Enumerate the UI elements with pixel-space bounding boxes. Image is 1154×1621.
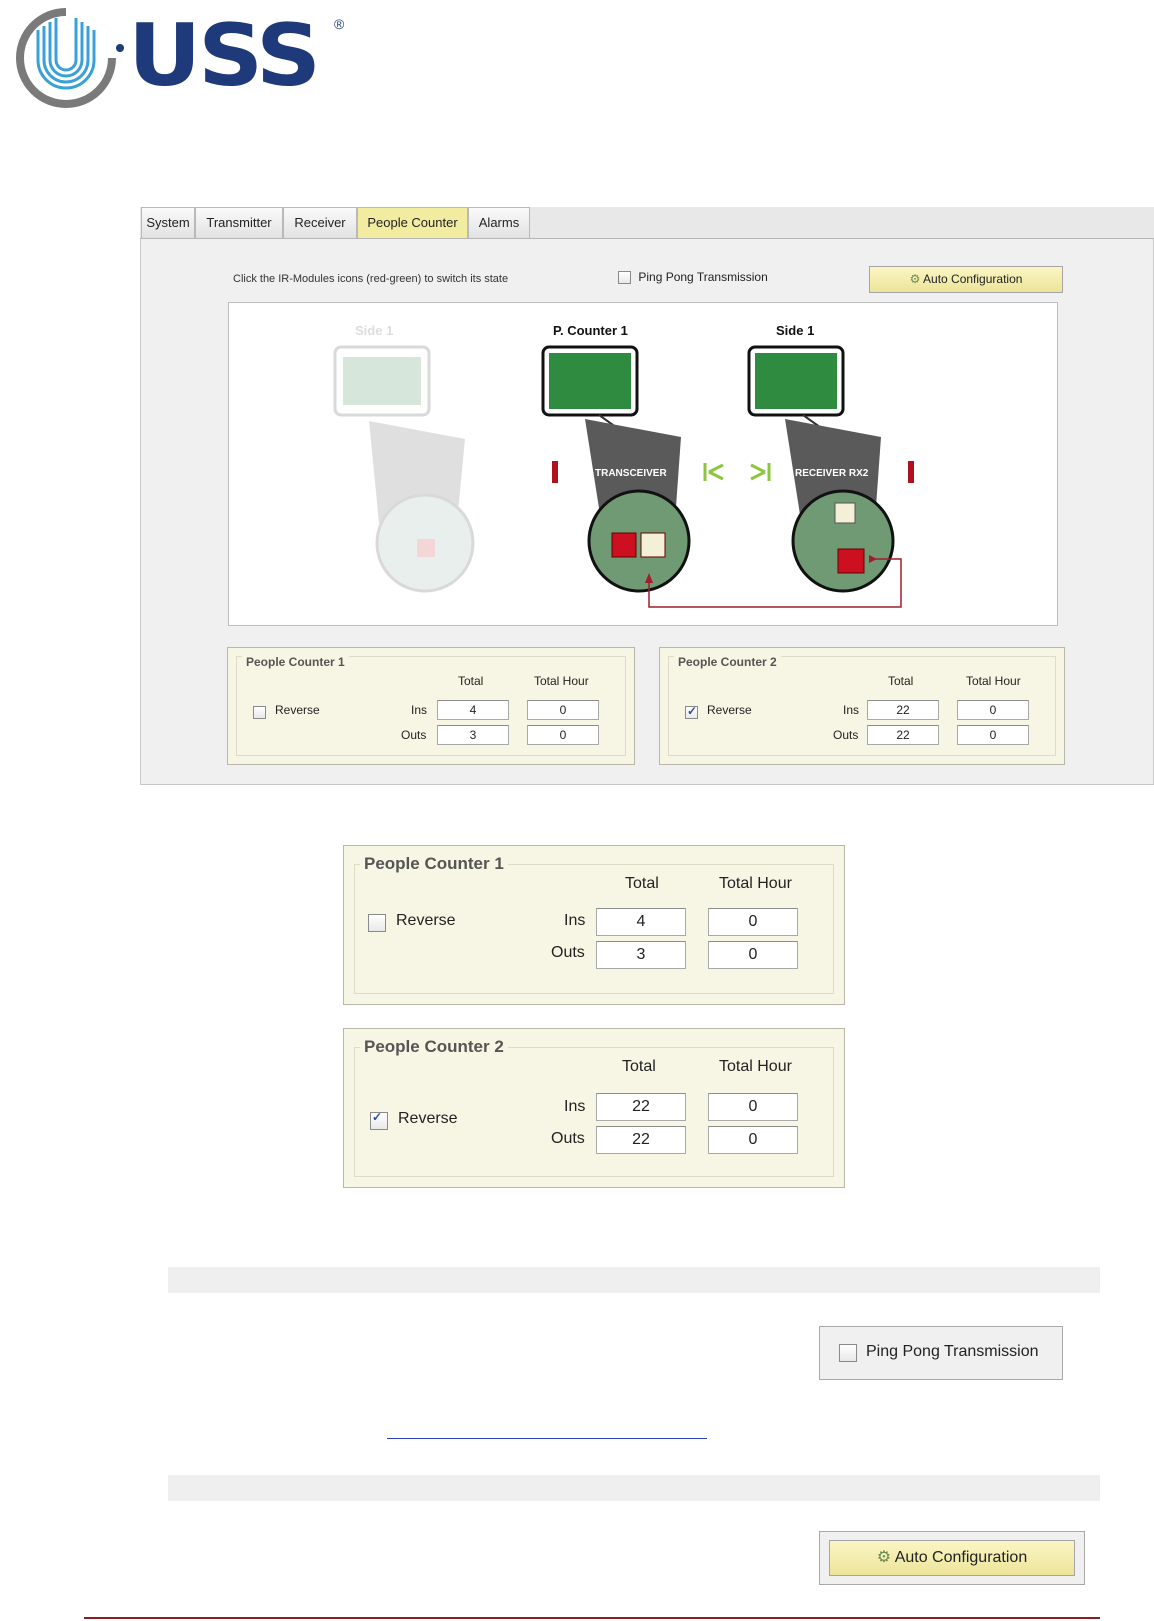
people-counter-1-enlarged: People Counter 1 Total Total Hour Revers… [343,845,845,1005]
outs-total-field[interactable]: 22 [867,725,939,745]
gear-icon: ⚙ [876,1549,892,1566]
col-total: Total [625,875,659,892]
outs-total-field[interactable]: 3 [437,725,509,745]
ping-pong-check[interactable] [618,271,631,285]
hint-text: Click the IR-Modules icons (red-green) t… [233,273,509,285]
ping-pong-checkbox[interactable]: Ping Pong Transmission [618,270,768,285]
tab-receiver[interactable]: Receiver [283,207,357,238]
ins-total-field[interactable]: 22 [596,1093,686,1121]
uss-logo-mark [16,8,124,108]
outs-hour-field[interactable]: 0 [708,1126,798,1154]
tab-alarms[interactable]: Alarms [468,207,530,238]
outs-label: Outs [833,728,859,742]
ping-pong-label: Ping Pong Transmission [638,270,768,284]
ins-total-field[interactable]: 4 [437,700,509,720]
ping-pong-label: Ping Pong Transmission [866,1343,1039,1360]
outs-label: Outs [551,1130,585,1147]
reverse-label: Reverse [398,1110,458,1127]
registered-mark: ® [334,16,345,32]
ir-beam-left-icon [703,463,724,481]
ins-hour-field[interactable]: 0 [708,908,798,936]
auto-configuration-label: Auto Configuration [894,1549,1028,1566]
ins-label: Ins [843,703,860,717]
tab-system[interactable]: System [141,207,195,238]
col-total: Total [458,674,484,688]
reverse-checkbox[interactable] [253,706,266,720]
col-total-hour: Total Hour [719,875,792,892]
col-total-hour: Total Hour [719,1058,792,1075]
people-counter-2-group: People Counter 2 Total Total Hour Revers… [659,647,1065,765]
col-total: Total [888,674,914,688]
ir-module-green[interactable] [640,532,666,558]
ir-module-red[interactable] [611,532,637,558]
group-title: People Counter 2 [674,655,781,669]
outs-total-field[interactable]: 22 [596,1126,686,1154]
transceiver-device-label: TRANSCEIVER [595,468,667,479]
auto-configuration-button[interactable]: ⚙ Auto Configuration [829,1540,1075,1576]
people-counter-2-enlarged: People Counter 2 Total Total Hour Revers… [343,1028,845,1188]
ins-hour-field[interactable]: 0 [708,1093,798,1121]
device-diagram: Side 1 P. Counter 1 Side 1 TRANSCEIVER R… [228,302,1058,626]
group-title: People Counter 2 [360,1037,508,1057]
people-counter-1-group: People Counter 1 Total Total Hour Revers… [227,647,635,765]
col-total-hour: Total Hour [966,674,1021,688]
reverse-checkbox[interactable] [685,704,698,720]
gear-icon: ⚙ [909,272,921,286]
auto-configuration-button[interactable]: ⚙ Auto Configuration [869,266,1063,293]
section-bar [168,1475,1100,1501]
outs-hour-field[interactable]: 0 [527,725,599,745]
reverse-label: Reverse [275,703,320,717]
ins-hour-field[interactable]: 0 [957,700,1029,720]
ins-total-field[interactable]: 22 [867,700,939,720]
tab-transmitter[interactable]: Transmitter [195,207,283,238]
reverse-label: Reverse [707,703,752,717]
group-title: People Counter 1 [242,655,349,669]
group-title: People Counter 1 [360,854,508,874]
outs-label: Outs [551,944,585,961]
col-total: Total [622,1058,656,1075]
ins-label: Ins [411,703,428,717]
ins-hour-field[interactable]: 0 [527,700,599,720]
ir-beam-right-icon [750,463,771,481]
outs-total-field[interactable]: 3 [596,941,686,969]
tab-people-counter[interactable]: People Counter [357,207,468,238]
ir-module-red-rx[interactable] [837,548,865,574]
ins-label: Ins [564,1098,586,1115]
auto-configuration-label: Auto Configuration [923,272,1023,286]
ins-total-field[interactable]: 4 [596,908,686,936]
reverse-label: Reverse [396,912,456,929]
faded-receiver-icon [333,345,475,593]
hyperlink-underline[interactable] [387,1437,707,1439]
reverse-checkbox[interactable] [368,914,386,932]
tab-bar: System Transmitter Receiver People Count… [140,207,1154,239]
ping-pong-enlarged[interactable]: Ping Pong Transmission [819,1326,1063,1380]
col-total-hour: Total Hour [534,674,589,688]
footer-rule [84,1617,1100,1619]
outs-label: Outs [401,728,427,742]
section-bar [168,1267,1100,1293]
logo-text: USS [128,6,321,106]
outs-hour-field[interactable]: 0 [957,725,1029,745]
reverse-checkbox[interactable] [370,1110,388,1130]
auto-config-enlarged: ⚙ Auto Configuration [819,1531,1085,1585]
outs-hour-field[interactable]: 0 [708,941,798,969]
receiver-device-label: RECEIVER RX2 [795,468,869,479]
ping-pong-check[interactable] [839,1344,857,1362]
diagram-graphics: TRANSCEIVER RECEIVER RX2 [333,345,914,608]
ins-label: Ins [564,912,586,929]
